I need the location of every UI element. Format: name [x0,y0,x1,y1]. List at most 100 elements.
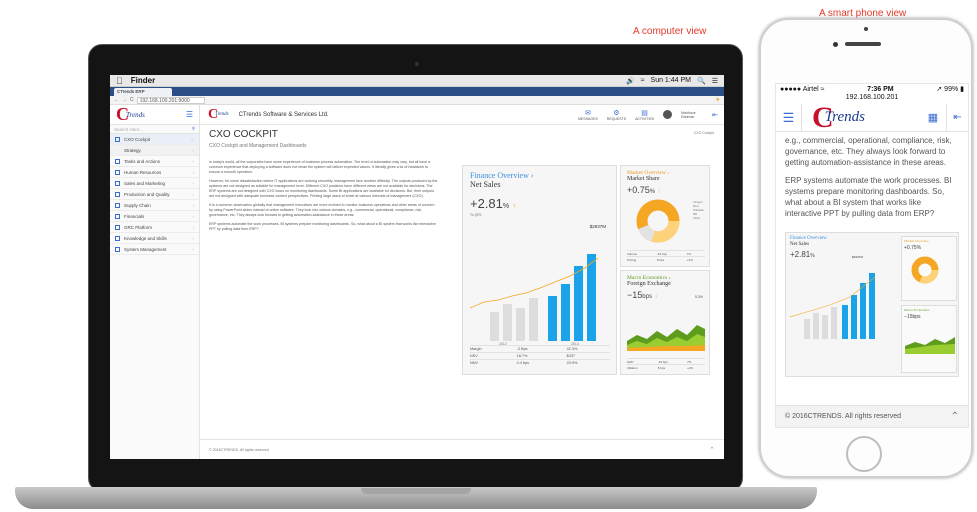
macro-side-value: 5.3% [695,295,703,299]
logout-icon[interactable]: ⇤ [946,104,968,131]
phone-finance-title[interactable]: Finance Overview [790,236,827,241]
messages-icon: ✉ [585,109,591,117]
phone-screen: ●●●●● Airtel ≈ 7:36 PM ➚ 99% ▮ 192.168.1… [775,83,969,428]
phone-url[interactable]: 192.168.100.201 [776,94,968,104]
laptop-screen:  Finder 🔊 ≈ Sun 1:44 PM 🔍 ☰ CTrends ERP… [110,75,724,459]
star-icon[interactable]: ★ [716,97,720,103]
intro-text: In today's world, all the corporates hav… [209,160,438,231]
company-name: CTrends Software & Services Ltd. [238,111,329,118]
battery-icon: ▮ [960,86,964,93]
messages-button[interactable]: ✉ MESSAGES [578,109,598,121]
sidebar-item-supply-chain[interactable]: Supply Chain › [110,200,199,211]
mac-menubar:  Finder 🔊 ≈ Sun 1:44 PM 🔍 ☰ [110,75,724,87]
chevron-up-icon[interactable]: ⌃ [709,446,715,454]
finance-bar-chart [470,254,599,341]
sidebar-item-cxo-cockpit[interactable]: CXO Cockpit ⌄ [110,134,199,145]
phone-statusbar: ●●●●● Airtel ≈ 7:36 PM ➚ 99% ▮ [776,84,968,94]
user-name[interactable]: Mahfuzur Rahman [681,111,703,119]
app-logo[interactable]: C Trends [116,104,145,125]
table-row: Pricing 8 bps +2% [627,256,705,262]
chevron-down-icon: ⌄ [190,136,194,141]
phone-macro-card[interactable]: Macro Economics −15bps [901,305,957,373]
chevron-up-icon[interactable]: ⌃ [951,411,959,422]
breadcrumb: CXO Cockpit [693,131,714,135]
sidebar-item-tasks[interactable]: Tasks and Actions › [110,156,199,167]
sidebar-item-sales[interactable]: Sales and Marketing › [110,178,199,189]
finance-note: To QR1 [470,213,482,217]
sidebar-item-grc[interactable]: GRC Platform › [110,222,199,233]
home-button[interactable] [846,436,882,472]
phone-market-pct: +0.75% [904,245,922,251]
phone-time: 7:36 PM [867,85,894,93]
wifi-icon[interactable]: ≈ [641,77,645,85]
browser-tabbar: CTrends ERP [110,87,724,96]
sidebar-item-knowledge[interactable]: Knowledge and Skills › [110,233,199,244]
forward-icon[interactable]: → [122,97,127,103]
sidebar-item-financials[interactable]: Financials › [110,211,199,222]
arrow-up-icon: ↑ [657,189,661,195]
list-icon[interactable]: ☰ [712,77,718,85]
arrow-up-icon: ↑ [512,203,517,210]
market-donut-chart [636,199,680,243]
search-icon[interactable]: 🔍 [697,77,706,85]
address-bar[interactable]: 192.168.100.201:9000 [136,96,205,104]
volume-icon[interactable]: 🔊 [626,77,635,85]
phone-market-card[interactable]: Market Overview +0.75% [901,236,957,301]
menubar-clock: Sun 1:44 PM [650,76,691,84]
page-subtitle: CXO Cockpit and Management Dashboards [209,143,307,149]
menu-icon[interactable]: ☰ [776,104,802,131]
phone-dashboard-cards[interactable]: Finance Overview Net Sales +2.81% $2937M… [785,232,959,377]
browser-toolbar: ← → C 192.168.100.201:9000 ★ [110,96,724,105]
market-legend: Oregon Red Pakistan BD Other [693,200,704,220]
phone-camera [833,42,838,47]
macro-table: GDP -10 bps 7% Inflation 8 bps +2% [627,358,705,370]
requests-button[interactable]: ⚙ REQUESTS [607,109,626,121]
market-pct: +0.75% ↑ [627,185,661,195]
browser-tab[interactable]: CTrends ERP [114,88,172,96]
phone-macro-area-chart [905,337,955,354]
main-content: CXO COCKPIT CXO Cockpit and Management D… [200,125,724,459]
macro-area-chart [627,325,705,351]
phone-finance-bar-chart [790,273,876,339]
sidebar-search[interactable]: Search Here... ⚲ [110,125,199,134]
phone-footer: © 2016CTRENDS. All rights reserved ⌃ [776,405,968,427]
table-row: NSV 18.7% $437 [470,352,610,360]
user-avatar[interactable] [663,110,673,119]
menubar-app[interactable]: Finder [131,76,155,85]
market-metric: Market Share [627,176,660,182]
sidebar-item-strategy[interactable]: Strategy › [110,145,199,156]
table-row: Margin -2 Bps 42.3% [470,345,610,353]
app-logo[interactable]: C Trends [812,101,865,135]
finance-pct: +2.81% ↑ [470,196,517,211]
apple-icon[interactable]:  [116,76,123,86]
activities-icon: ▤ [641,109,648,117]
macro-metric: Foreign Exchange [627,281,671,287]
macro-card[interactable]: Macro Economics › Foreign Exchange −15bp… [620,270,710,375]
activities-button[interactable]: ▤ ACTIVITIES [635,109,654,121]
sidebar-item-hr[interactable]: Human Resources › [110,167,199,178]
table-row: NNV 0.4 bps 23.9% [470,359,610,366]
phone-macro-pct: −15bps [904,314,921,320]
search-icon: ⚲ [191,126,195,131]
grid-icon[interactable]: ▦ [920,111,946,124]
sidebar-item-system[interactable]: System Management › [110,244,199,255]
phone-sensor [864,27,868,31]
finance-amount: $2937M [589,224,606,229]
market-card[interactable]: Market Overview › Market Share +0.75% ↑ … [620,165,710,267]
logout-icon[interactable]: ⇤ [712,111,718,119]
phone-text: e.g., commercial, operational, complianc… [785,136,952,218]
laptop-camera [415,62,419,66]
phone-finance-pct: +2.81% [790,250,815,259]
phone-market-donut-chart [911,256,939,284]
battery: ➚ 99% ▮ [936,86,964,93]
reload-icon[interactable]: C [130,97,134,103]
app-header: C Trends ☰ C Trends CTrends Software & Ser… [110,104,724,125]
finance-card[interactable]: Finance Overview › Net Sales +2.81% ↑ $2… [462,165,617,375]
menu-icon[interactable]: ☰ [186,110,193,119]
back-icon[interactable]: ← [114,97,119,103]
page-title: CXO COCKPIT [209,129,278,140]
phone-finance-amount: $2937M [852,255,863,259]
company-logo: C Trends [208,106,229,122]
sidebar-item-production[interactable]: Production and Quality › [110,189,199,200]
finance-title[interactable]: Finance Overview [470,171,529,180]
